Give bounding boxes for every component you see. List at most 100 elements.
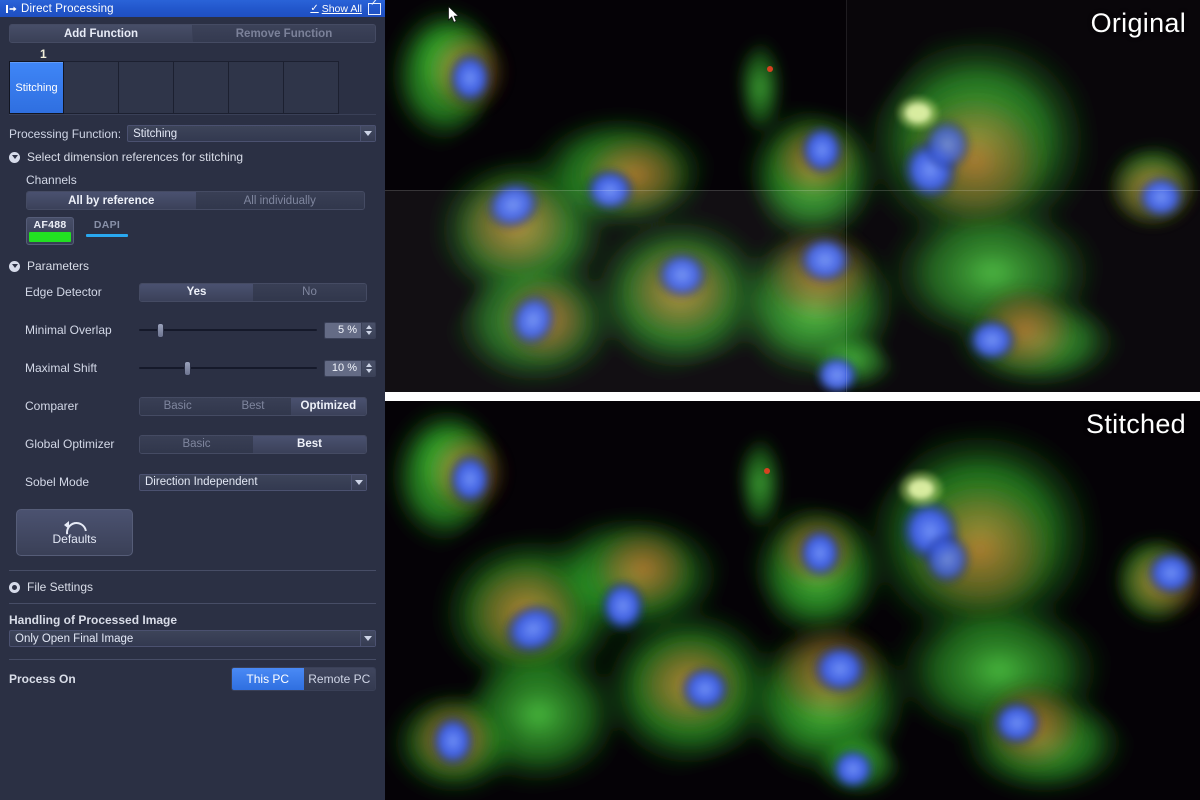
dimension-references-expander[interactable]: Select dimension references for stitchin… bbox=[9, 150, 376, 164]
edge-detector-row: Edge Detector Yes No bbox=[9, 273, 376, 311]
fluorescence-micrograph-stitched bbox=[385, 401, 1200, 800]
original-image-panel[interactable]: Original bbox=[385, 0, 1200, 392]
chevron-down-icon[interactable] bbox=[351, 475, 366, 490]
show-all-label: Show All bbox=[322, 3, 362, 15]
function-slot-stitching[interactable]: Stitching bbox=[9, 61, 64, 114]
function-slot-empty-2[interactable] bbox=[64, 61, 119, 114]
process-on-row: Process On This PC Remote PC bbox=[9, 660, 376, 698]
chevron-down-icon[interactable] bbox=[360, 126, 375, 141]
show-all-toggle[interactable]: ✓ Show All bbox=[310, 3, 362, 15]
global-optimizer-label: Global Optimizer bbox=[9, 437, 139, 451]
slider-knob[interactable] bbox=[184, 361, 191, 376]
slot-index-row: 1 bbox=[0, 47, 385, 61]
channels-mode-segmented: All by reference All individually bbox=[26, 191, 365, 210]
file-settings-label: File Settings bbox=[27, 580, 93, 594]
function-slot-empty-4[interactable] bbox=[174, 61, 229, 114]
dimension-references-label: Select dimension references for stitchin… bbox=[27, 150, 243, 164]
maximal-shift-row: Maximal Shift 10 % bbox=[9, 349, 376, 387]
stepper-buttons[interactable] bbox=[362, 360, 376, 377]
slider-track bbox=[139, 367, 317, 369]
collapsed-circle-icon bbox=[9, 582, 20, 593]
comparer-row: Comparer Basic Best Optimized bbox=[9, 387, 376, 425]
original-panel-label: Original bbox=[1091, 8, 1186, 39]
slider-knob[interactable] bbox=[157, 323, 164, 338]
stepper-buttons[interactable] bbox=[362, 322, 376, 339]
chevron-down-icon[interactable] bbox=[360, 631, 375, 646]
add-function-button[interactable]: Add Function bbox=[10, 25, 193, 42]
processing-function-select[interactable]: Stitching bbox=[127, 125, 376, 142]
pin-icon[interactable] bbox=[4, 3, 18, 15]
channel-color-bar-dapi bbox=[86, 234, 128, 237]
edge-detector-label: Edge Detector bbox=[9, 285, 139, 299]
channel-color-bar-af488 bbox=[29, 232, 71, 242]
defaults-button[interactable]: Defaults bbox=[16, 509, 133, 556]
processing-function-label: Processing Function: bbox=[9, 127, 121, 141]
app-root: Direct Processing ✓ Show All Add Functio… bbox=[0, 0, 1200, 800]
sobel-mode-select[interactable]: Direction Independent bbox=[139, 474, 367, 491]
channels-mode-all-individually[interactable]: All individually bbox=[196, 192, 365, 209]
process-on-this-pc[interactable]: This PC bbox=[232, 668, 304, 690]
channel-chip-af488[interactable]: AF488 bbox=[26, 217, 74, 245]
comparer-label: Comparer bbox=[9, 399, 139, 413]
panel-title: Direct Processing bbox=[21, 3, 114, 15]
function-slot-label: Stitching bbox=[15, 82, 57, 94]
processing-function-row: Processing Function: Stitching bbox=[9, 125, 376, 142]
edge-detector-yes[interactable]: Yes bbox=[140, 284, 253, 301]
function-slot-empty-5[interactable] bbox=[229, 61, 284, 114]
comparer-basic[interactable]: Basic bbox=[140, 398, 215, 415]
stepper-down-icon[interactable] bbox=[366, 331, 372, 335]
process-on-segmented: This PC Remote PC bbox=[231, 667, 376, 691]
file-settings-expander[interactable]: File Settings bbox=[9, 571, 376, 603]
stitched-panel-label: Stitched bbox=[1086, 409, 1186, 440]
minimal-overlap-value[interactable]: 5 % bbox=[324, 322, 362, 339]
channels-title: Channels bbox=[26, 173, 385, 187]
detach-window-icon[interactable] bbox=[368, 3, 381, 15]
remove-function-button[interactable]: Remove Function bbox=[193, 25, 375, 42]
maximal-shift-slider[interactable] bbox=[139, 360, 317, 376]
direct-processing-panel: Direct Processing ✓ Show All Add Functio… bbox=[0, 0, 385, 800]
processing-function-value: Stitching bbox=[128, 128, 177, 140]
minimal-overlap-slider[interactable] bbox=[139, 322, 317, 338]
minimal-overlap-label: Minimal Overlap bbox=[9, 323, 139, 337]
panel-body: Add Function Remove Function 1 Stitching bbox=[0, 24, 385, 698]
comparer-best[interactable]: Best bbox=[215, 398, 290, 415]
process-on-remote-pc[interactable]: Remote PC bbox=[304, 668, 376, 690]
handling-of-processed-image-select[interactable]: Only Open Final Image bbox=[9, 630, 376, 647]
process-on-label: Process On bbox=[9, 672, 76, 686]
channels-mode-all-by-reference[interactable]: All by reference bbox=[27, 192, 196, 209]
maximal-shift-stepper[interactable]: 10 % bbox=[324, 360, 376, 377]
slider-track bbox=[139, 329, 317, 331]
mouse-pointer-icon bbox=[448, 6, 460, 24]
parameters-expander[interactable]: Parameters bbox=[9, 259, 376, 273]
function-slot-list: Stitching bbox=[9, 61, 376, 114]
stepper-up-icon[interactable] bbox=[366, 363, 372, 367]
comparer-optimized[interactable]: Optimized bbox=[291, 398, 366, 415]
minimal-overlap-row: Minimal Overlap 5 % bbox=[9, 311, 376, 349]
maximal-shift-value[interactable]: 10 % bbox=[324, 360, 362, 377]
sobel-mode-label: Sobel Mode bbox=[9, 475, 139, 489]
channel-name-dapi: DAPI bbox=[86, 219, 128, 231]
function-slot-empty-3[interactable] bbox=[119, 61, 174, 114]
stepper-down-icon[interactable] bbox=[366, 369, 372, 373]
fluorescence-micrograph-original bbox=[385, 0, 1200, 392]
chevron-down-circle-icon bbox=[9, 152, 20, 163]
handling-of-processed-image-value: Only Open Final Image bbox=[10, 633, 133, 645]
sobel-mode-row: Sobel Mode Direction Independent bbox=[9, 463, 376, 501]
image-viewer: Original bbox=[385, 0, 1200, 800]
minimal-overlap-stepper[interactable]: 5 % bbox=[324, 322, 376, 339]
function-slot-empty-6[interactable] bbox=[284, 61, 339, 114]
channel-name-af488: AF488 bbox=[29, 219, 71, 231]
edge-detector-no[interactable]: No bbox=[253, 284, 366, 301]
maximal-shift-label: Maximal Shift bbox=[9, 361, 139, 375]
stepper-up-icon[interactable] bbox=[366, 325, 372, 329]
channel-chip-dapi[interactable]: DAPI bbox=[83, 217, 131, 245]
comparer-segmented: Basic Best Optimized bbox=[139, 397, 367, 416]
panel-divider bbox=[385, 392, 1200, 401]
stitched-image-panel[interactable]: Stitched bbox=[385, 401, 1200, 800]
sobel-mode-value: Direction Independent bbox=[140, 476, 258, 488]
global-optimizer-row: Global Optimizer Basic Best bbox=[9, 425, 376, 463]
global-optimizer-best[interactable]: Best bbox=[253, 436, 366, 453]
section-divider bbox=[9, 603, 376, 604]
global-optimizer-basic[interactable]: Basic bbox=[140, 436, 253, 453]
global-optimizer-segmented: Basic Best bbox=[139, 435, 367, 454]
